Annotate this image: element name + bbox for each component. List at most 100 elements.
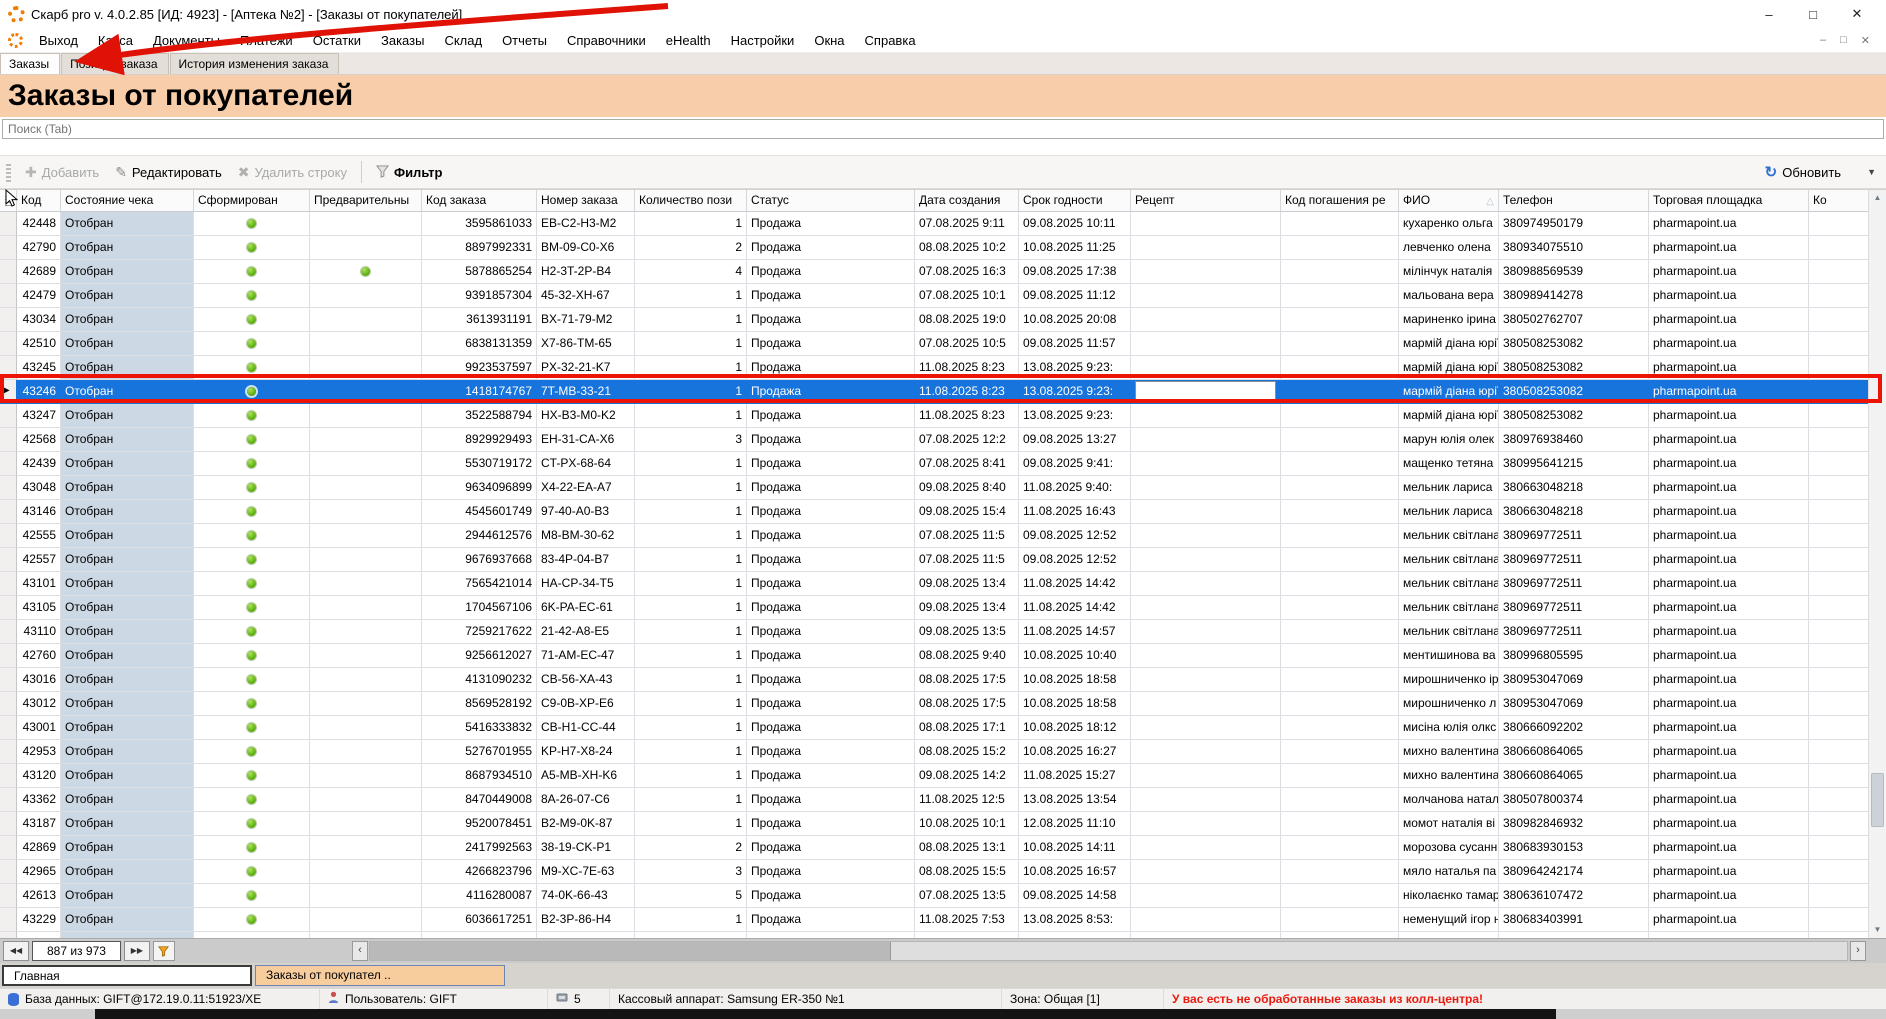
- cell-preliminary[interactable]: [310, 716, 422, 740]
- cell-order-number[interactable]: EH-31-CA-X6: [537, 428, 635, 452]
- cell-redeem-code[interactable]: [1281, 716, 1399, 740]
- cell-order-code[interactable]: 9256612027: [422, 644, 537, 668]
- cell-created[interactable]: 07.08.2025 9:11: [915, 212, 1019, 236]
- cell-preliminary[interactable]: [310, 476, 422, 500]
- cell-phone[interactable]: 380683403991: [1499, 908, 1649, 932]
- menu-item-11[interactable]: Настройки: [721, 30, 805, 51]
- table-row[interactable]: 42613Отобран411628008774-0K-66-435Продаж…: [0, 884, 1869, 908]
- row-indicator[interactable]: [0, 476, 17, 500]
- cell-marketplace[interactable]: pharmapoint.ua: [1649, 212, 1809, 236]
- cell-formed[interactable]: [194, 620, 310, 644]
- cell-fio[interactable]: мармій діана юрії: [1399, 332, 1499, 356]
- cell-formed[interactable]: [194, 476, 310, 500]
- cell-quantity[interactable]: 1: [635, 212, 747, 236]
- row-indicator[interactable]: [0, 548, 17, 572]
- cell-fio[interactable]: мисіна юлія олкс: [1399, 716, 1499, 740]
- cell-check-state[interactable]: Отобран: [61, 572, 194, 596]
- cell-extra[interactable]: [1809, 524, 1869, 548]
- row-indicator[interactable]: ▶: [0, 380, 17, 404]
- cell-marketplace[interactable]: pharmapoint.ua: [1649, 236, 1809, 260]
- cell-order-number[interactable]: C9-0B-XP-E6: [537, 692, 635, 716]
- table-row[interactable]: ▶43246Отобран14181747677T-MB-33-211Прода…: [0, 380, 1869, 404]
- cell-extra[interactable]: [1809, 260, 1869, 284]
- cell-check-state[interactable]: Отобран: [61, 884, 194, 908]
- cell-fio[interactable]: мельник світлана: [1399, 596, 1499, 620]
- cell-code[interactable]: 43246: [17, 380, 61, 404]
- cell-status[interactable]: Продажа: [747, 524, 915, 548]
- cell-order-number[interactable]: 45-32-XH-67: [537, 284, 635, 308]
- cell-prescription[interactable]: [1131, 524, 1281, 548]
- cell-marketplace[interactable]: pharmapoint.ua: [1649, 548, 1809, 572]
- cell-order-number[interactable]: 97-40-A0-B3: [537, 500, 635, 524]
- cell-created[interactable]: 08.08.2025 15:2: [915, 740, 1019, 764]
- cell-code[interactable]: 43001: [17, 716, 61, 740]
- cell-redeem-code[interactable]: [1281, 548, 1399, 572]
- cell-created[interactable]: 09.08.2025 15:4: [915, 500, 1019, 524]
- vertical-scrollbar[interactable]: ▲ ▼: [1868, 190, 1886, 938]
- vertical-scroll-thumb[interactable]: [1871, 773, 1884, 827]
- table-row[interactable]: 43012Отобран8569528192C9-0B-XP-E61Продаж…: [0, 692, 1869, 716]
- cell-formed[interactable]: [194, 644, 310, 668]
- pager-filter-button[interactable]: [153, 941, 175, 961]
- table-row[interactable]: 42510Отобран6838131359X7-86-TM-651Продаж…: [0, 332, 1869, 356]
- cell-code[interactable]: 43012: [17, 692, 61, 716]
- table-row[interactable]: 42953Отобран5276701955KP-H7-X8-241Продаж…: [0, 740, 1869, 764]
- cell-phone[interactable]: 380964242174: [1499, 860, 1649, 884]
- cell-quantity[interactable]: 4: [635, 260, 747, 284]
- cell-created[interactable]: 07.08.2025 13:5: [915, 884, 1019, 908]
- first-record-button[interactable]: ◀◀: [3, 941, 29, 961]
- row-indicator[interactable]: [0, 836, 17, 860]
- cell-order-code[interactable]: 4116280087: [422, 884, 537, 908]
- cell-expiry[interactable]: 09.08.2025 11:57: [1019, 332, 1131, 356]
- cell-redeem-code[interactable]: [1281, 788, 1399, 812]
- cell-expiry[interactable]: 13.08.2025 9:23:: [1019, 356, 1131, 380]
- cell-preliminary[interactable]: [310, 500, 422, 524]
- cell-order-code[interactable]: 3595861033: [422, 212, 537, 236]
- cell-extra[interactable]: [1809, 452, 1869, 476]
- cell-order-code[interactable]: 9520078451: [422, 812, 537, 836]
- cell-order-code[interactable]: 6036617251: [422, 908, 537, 932]
- cell-order-number[interactable]: HX-B3-M0-K2: [537, 404, 635, 428]
- cell-check-state[interactable]: Отобран: [61, 812, 194, 836]
- cell-marketplace[interactable]: pharmapoint.ua: [1649, 404, 1809, 428]
- table-row[interactable]: 43120Отобран8687934510A5-MB-XH-K61Продаж…: [0, 764, 1869, 788]
- cell-prescription[interactable]: [1131, 572, 1281, 596]
- cell-phone[interactable]: 380683930153: [1499, 836, 1649, 860]
- cell-extra[interactable]: [1809, 668, 1869, 692]
- cell-formed[interactable]: [194, 452, 310, 476]
- cell-prescription[interactable]: [1131, 716, 1281, 740]
- cell-prescription[interactable]: [1131, 476, 1281, 500]
- column-header-1[interactable]: Код: [17, 190, 61, 212]
- cell-formed[interactable]: [194, 356, 310, 380]
- cell-extra[interactable]: [1809, 428, 1869, 452]
- cell-formed[interactable]: [194, 284, 310, 308]
- cell-redeem-code[interactable]: [1281, 380, 1399, 404]
- cell-quantity[interactable]: 1: [635, 548, 747, 572]
- cell-extra[interactable]: [1809, 548, 1869, 572]
- cell-status[interactable]: Продажа: [747, 260, 915, 284]
- table-row[interactable]: 43034Отобран3613931191BX-71-79-M21Продаж…: [0, 308, 1869, 332]
- cell-check-state[interactable]: Отобран: [61, 284, 194, 308]
- cell-quantity[interactable]: 1: [635, 620, 747, 644]
- cell-created[interactable]: 11.08.2025 8:23: [915, 404, 1019, 428]
- cell-preliminary[interactable]: [310, 836, 422, 860]
- cell-phone[interactable]: 380969772511: [1499, 620, 1649, 644]
- cell-expiry[interactable]: 11.08.2025 16:43: [1019, 500, 1131, 524]
- cell-check-state[interactable]: Отобран: [61, 260, 194, 284]
- cell-extra[interactable]: [1809, 860, 1869, 884]
- cell-code[interactable]: 42689: [17, 260, 61, 284]
- cell-formed[interactable]: [194, 380, 310, 404]
- cell-quantity[interactable]: 1: [635, 500, 747, 524]
- cell-redeem-code[interactable]: [1281, 356, 1399, 380]
- cell-check-state[interactable]: Отобран: [61, 668, 194, 692]
- cell-preliminary[interactable]: [310, 212, 422, 236]
- cell-status[interactable]: Продажа: [747, 908, 915, 932]
- column-header-13[interactable]: ФИО△: [1399, 190, 1499, 212]
- table-row[interactable]: 42479Отобран939185730445-32-XH-671Продаж…: [0, 284, 1869, 308]
- column-header-15[interactable]: Торговая площадка: [1649, 190, 1809, 212]
- cell-code[interactable]: 43245: [17, 356, 61, 380]
- cell-status[interactable]: Продажа: [747, 836, 915, 860]
- cell-preliminary[interactable]: [310, 668, 422, 692]
- cell-check-state[interactable]: Отобран: [61, 308, 194, 332]
- cell-formed[interactable]: [194, 764, 310, 788]
